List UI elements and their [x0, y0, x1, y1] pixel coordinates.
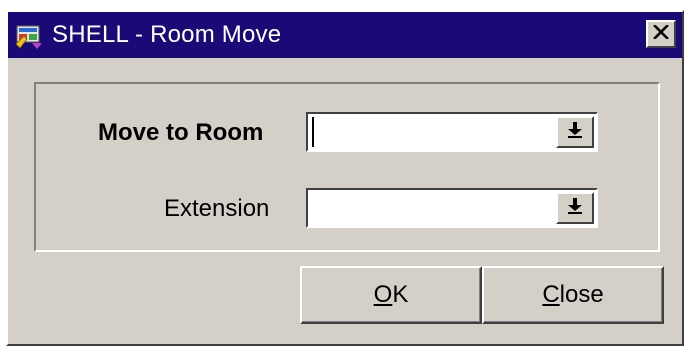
close-button[interactable]: Close	[482, 266, 664, 324]
move-to-room-dropdown-button[interactable]	[556, 116, 594, 148]
dropdown-arrow-icon	[567, 121, 583, 144]
close-icon	[653, 23, 669, 44]
ok-mnemonic: O	[373, 281, 393, 308]
close-mnemonic: C	[542, 281, 560, 308]
extension-label: Extension	[164, 195, 270, 222]
room-move-dialog: SHELL - Room Move Move to Room Extension	[6, 10, 684, 346]
extension-input[interactable]	[312, 194, 546, 222]
move-to-room-label: Move to Room	[98, 119, 264, 146]
move-to-room-input[interactable]	[312, 118, 546, 146]
move-to-room-combo[interactable]	[306, 112, 598, 152]
dropdown-arrow-icon	[567, 197, 583, 220]
close-label: lose	[559, 281, 604, 308]
extension-dropdown-button[interactable]	[556, 192, 594, 224]
extension-combo[interactable]	[306, 188, 598, 228]
close-window-button[interactable]	[646, 20, 676, 48]
text-caret	[312, 117, 314, 147]
ok-label: K	[392, 281, 409, 308]
window-title: SHELL - Room Move	[52, 21, 282, 48]
title-bar[interactable]: SHELL - Room Move	[8, 12, 682, 58]
ok-button[interactable]: OK	[300, 266, 482, 324]
shell-app-icon[interactable]	[14, 22, 44, 50]
